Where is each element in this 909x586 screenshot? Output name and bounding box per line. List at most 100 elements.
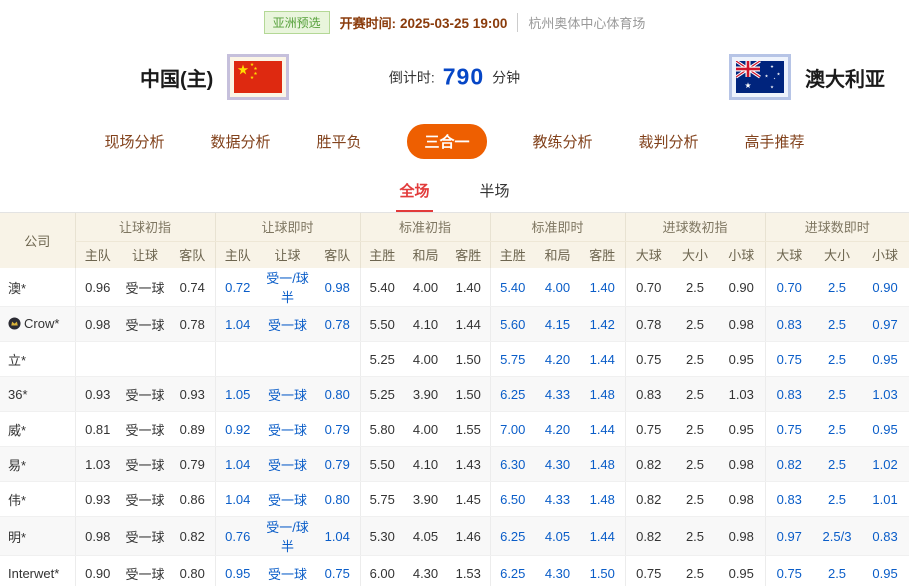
odds-cell: 受一球 [120, 556, 170, 586]
odds-cell: 5.30 [360, 517, 404, 556]
odds-cell: 0.98 [718, 482, 765, 517]
odds-cell: 5.25 [360, 342, 404, 377]
odds-cell: 1.50 [447, 342, 490, 377]
odds-cell: 3.90 [404, 482, 447, 517]
odds-cell: 1.48 [580, 377, 625, 412]
company-cell[interactable]: 明* [0, 517, 75, 556]
column-subheader: 客队 [315, 241, 360, 268]
away-team-block: 澳大利亚 [729, 54, 885, 100]
odds-cell: 0.97 [861, 307, 909, 342]
odds-cell: 0.95 [215, 556, 260, 586]
odds-cell: 1.04 [215, 307, 260, 342]
nav-tab-live-analysis[interactable]: 现场分析 [104, 131, 164, 152]
home-team-block: 中国(主) [140, 54, 289, 100]
odds-cell: 2.5 [672, 447, 718, 482]
odds-cell: 5.40 [490, 268, 535, 307]
odds-cell: 6.50 [490, 482, 535, 517]
odds-cell: 6.25 [490, 377, 535, 412]
odds-cell: 1.04 [215, 482, 260, 517]
odds-cell: 0.78 [315, 307, 360, 342]
odds-cell: 1.03 [75, 447, 120, 482]
odds-cell: 0.78 [170, 307, 215, 342]
odds-cell: 0.82 [625, 482, 672, 517]
odds-cell: 1.40 [580, 268, 625, 307]
odds-cell: 0.98 [718, 307, 765, 342]
odds-cell: 4.00 [404, 412, 447, 447]
company-cell[interactable]: 立* [0, 342, 75, 377]
table-row: 明*0.98受一球0.820.76受一/球半1.045.304.051.466.… [0, 517, 909, 556]
odds-cell: 1.04 [315, 517, 360, 556]
odds-cell: 0.74 [170, 268, 215, 307]
australia-flag-icon [729, 54, 791, 100]
odds-cell: 4.30 [535, 556, 580, 586]
teams-header: 中国(主) 倒计时: 790 分钟 [0, 36, 909, 118]
odds-cell: 4.15 [535, 307, 580, 342]
odds-cell: 1.05 [215, 377, 260, 412]
company-cell[interactable]: 威* [0, 412, 75, 447]
table-row: 澳*0.96受一球0.740.72受一/球半0.985.404.001.405.… [0, 268, 909, 307]
company-cell[interactable]: 伟* [0, 482, 75, 517]
odds-cell: 0.93 [170, 377, 215, 412]
odds-cell: 1.48 [580, 482, 625, 517]
odds-cell: 2.5 [672, 268, 718, 307]
company-cell[interactable]: Crow* [0, 307, 75, 342]
odds-cell: 0.83 [861, 517, 909, 556]
company-cell[interactable]: Interwet* [0, 556, 75, 586]
odds-cell: 受一球 [260, 556, 315, 586]
odds-cell: 2.5 [813, 412, 861, 447]
odds-cell: 1.43 [447, 447, 490, 482]
nav-tab-win-draw-lose[interactable]: 胜平负 [316, 131, 361, 152]
odds-cell: 受一球 [120, 517, 170, 556]
odds-cell: 0.79 [170, 447, 215, 482]
period-subtabs: 全场 半场 [0, 164, 909, 213]
column-subheader: 主队 [75, 241, 120, 268]
odds-cell: 1.46 [447, 517, 490, 556]
odds-cell: 0.83 [765, 377, 813, 412]
odds-cell: 0.82 [625, 447, 672, 482]
odds-cell: 受一球 [260, 447, 315, 482]
odds-cell: 1.01 [861, 482, 909, 517]
odds-cell: 0.98 [315, 268, 360, 307]
odds-cell: 2.5 [672, 342, 718, 377]
odds-cell: 受一/球半 [260, 268, 315, 307]
odds-cell: 4.10 [404, 447, 447, 482]
odds-cell: 受一球 [120, 447, 170, 482]
odds-cell: 6.30 [490, 447, 535, 482]
odds-cell: 0.75 [765, 556, 813, 586]
odds-cell [75, 342, 120, 377]
column-subheader: 大小 [813, 241, 861, 268]
nav-tab-three-in-one[interactable]: 三合一 [407, 124, 486, 159]
column-subheader: 大球 [625, 241, 672, 268]
odds-cell [215, 342, 260, 377]
nav-tab-referee-analysis[interactable]: 裁判分析 [639, 131, 699, 152]
subtab-full-match[interactable]: 全场 [396, 180, 432, 212]
odds-cell: 受一球 [120, 307, 170, 342]
odds-cell: 0.90 [861, 268, 909, 307]
odds-cell: 0.83 [765, 307, 813, 342]
odds-cell: 2.5 [672, 377, 718, 412]
subtab-half-match[interactable]: 半场 [477, 180, 513, 212]
odds-cell: 1.45 [447, 482, 490, 517]
odds-cell: 受一/球半 [260, 517, 315, 556]
column-subheader: 主队 [215, 241, 260, 268]
countdown-label: 倒计时: [389, 67, 435, 87]
odds-cell: 0.95 [861, 342, 909, 377]
odds-cell: 0.90 [75, 556, 120, 586]
company-cell[interactable]: 易* [0, 447, 75, 482]
nav-tab-data-analysis[interactable]: 数据分析 [210, 131, 270, 152]
company-cell[interactable]: 36* [0, 377, 75, 412]
odds-cell: 0.75 [315, 556, 360, 586]
odds-cell: 2.5 [813, 377, 861, 412]
nav-tab-expert-picks[interactable]: 高手推荐 [745, 131, 805, 152]
company-cell[interactable]: 澳* [0, 268, 75, 307]
odds-cell: 5.75 [360, 482, 404, 517]
odds-cell: 2.5 [672, 482, 718, 517]
match-info-bar: 亚洲预选 开赛时间:2025-03-25 19:00 杭州奥体中心体育场 [0, 0, 909, 36]
table-row: 立*5.254.001.505.754.201.440.752.50.950.7… [0, 342, 909, 377]
odds-cell: 0.83 [625, 377, 672, 412]
nav-tab-coach-analysis[interactable]: 教练分析 [533, 131, 593, 152]
odds-cell: 0.75 [625, 342, 672, 377]
column-group-header: 进球数初指 [625, 213, 765, 241]
odds-cell: 0.75 [625, 556, 672, 586]
odds-cell: 1.53 [447, 556, 490, 586]
